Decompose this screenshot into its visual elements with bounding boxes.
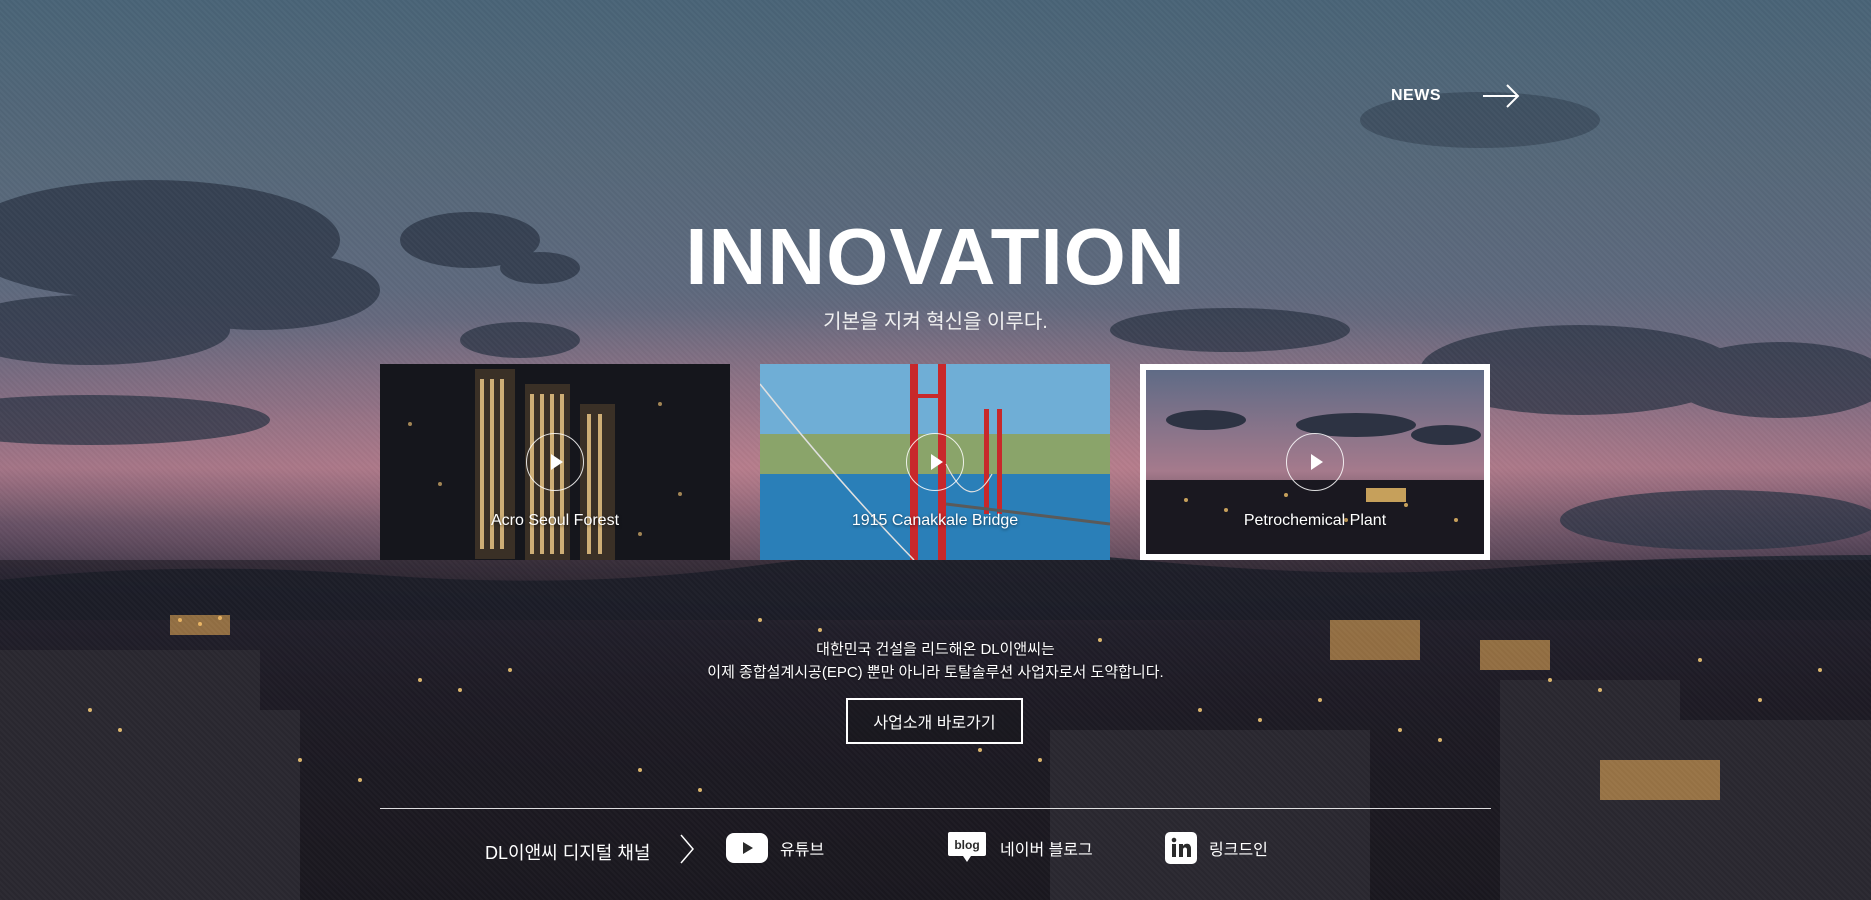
company-description: 대한민국 건설을 리드해온 DL이앤씨는 이제 종합설계시공(EPC) 뿐만 아… bbox=[0, 638, 1871, 684]
video-cards: Acro Seoul Forest 1915 Canakkale Bridge … bbox=[380, 364, 1491, 560]
news-label: NEWS bbox=[1391, 87, 1441, 104]
youtube-icon bbox=[726, 833, 768, 863]
hero-title: INNOVATION bbox=[685, 212, 1186, 301]
business-intro-button[interactable]: 사업소개 바로가기 bbox=[846, 698, 1023, 744]
digital-channels: DL이앤씨 디지털 채널 유튜브 blog 네이버 블로그 링크드인 bbox=[0, 830, 1871, 870]
naver-blog-link[interactable]: blog 네이버 블로그 bbox=[946, 830, 1093, 866]
card-caption: 1915 Canakkale Bridge bbox=[851, 512, 1019, 529]
video-card-canakkale-bridge[interactable]: 1915 Canakkale Bridge bbox=[760, 364, 1110, 560]
svg-text:blog: blog bbox=[954, 838, 979, 852]
blog-icon: blog bbox=[948, 832, 986, 862]
linkedin-link[interactable]: 링크드인 bbox=[1165, 830, 1268, 866]
card-caption: Acro Seoul Forest bbox=[490, 512, 620, 529]
description-line-2: 이제 종합설계시공(EPC) 뿐만 아니라 토탈솔루션 사업자로서 도약합니다. bbox=[707, 664, 1164, 681]
play-icon bbox=[526, 433, 584, 491]
chevron-right-icon bbox=[680, 834, 694, 864]
youtube-label: 유튜브 bbox=[780, 842, 825, 859]
linkedin-label: 링크드인 bbox=[1209, 842, 1268, 859]
youtube-link[interactable]: 유튜브 bbox=[726, 830, 824, 866]
video-card-petrochemical-plant[interactable]: Petrochemical Plant bbox=[1140, 364, 1490, 560]
linkedin-icon bbox=[1165, 832, 1197, 864]
play-icon bbox=[1286, 433, 1344, 491]
card-caption: Petrochemical Plant bbox=[1243, 512, 1387, 529]
play-icon bbox=[906, 433, 964, 491]
news-link[interactable]: NEWS bbox=[1391, 83, 1521, 109]
digital-channels-title: DL이앤씨 디지털 채널 bbox=[485, 843, 651, 863]
arrow-right-icon bbox=[1483, 84, 1520, 108]
video-card-acro-seoul-forest[interactable]: Acro Seoul Forest bbox=[380, 364, 730, 560]
divider bbox=[380, 808, 1491, 809]
naver-blog-label: 네이버 블로그 bbox=[1000, 842, 1093, 859]
hero-subtitle: 기본을 지켜 혁신을 이루다. bbox=[823, 311, 1048, 333]
description-line-1: 대한민국 건설을 리드해온 DL이앤씨는 bbox=[816, 641, 1055, 658]
